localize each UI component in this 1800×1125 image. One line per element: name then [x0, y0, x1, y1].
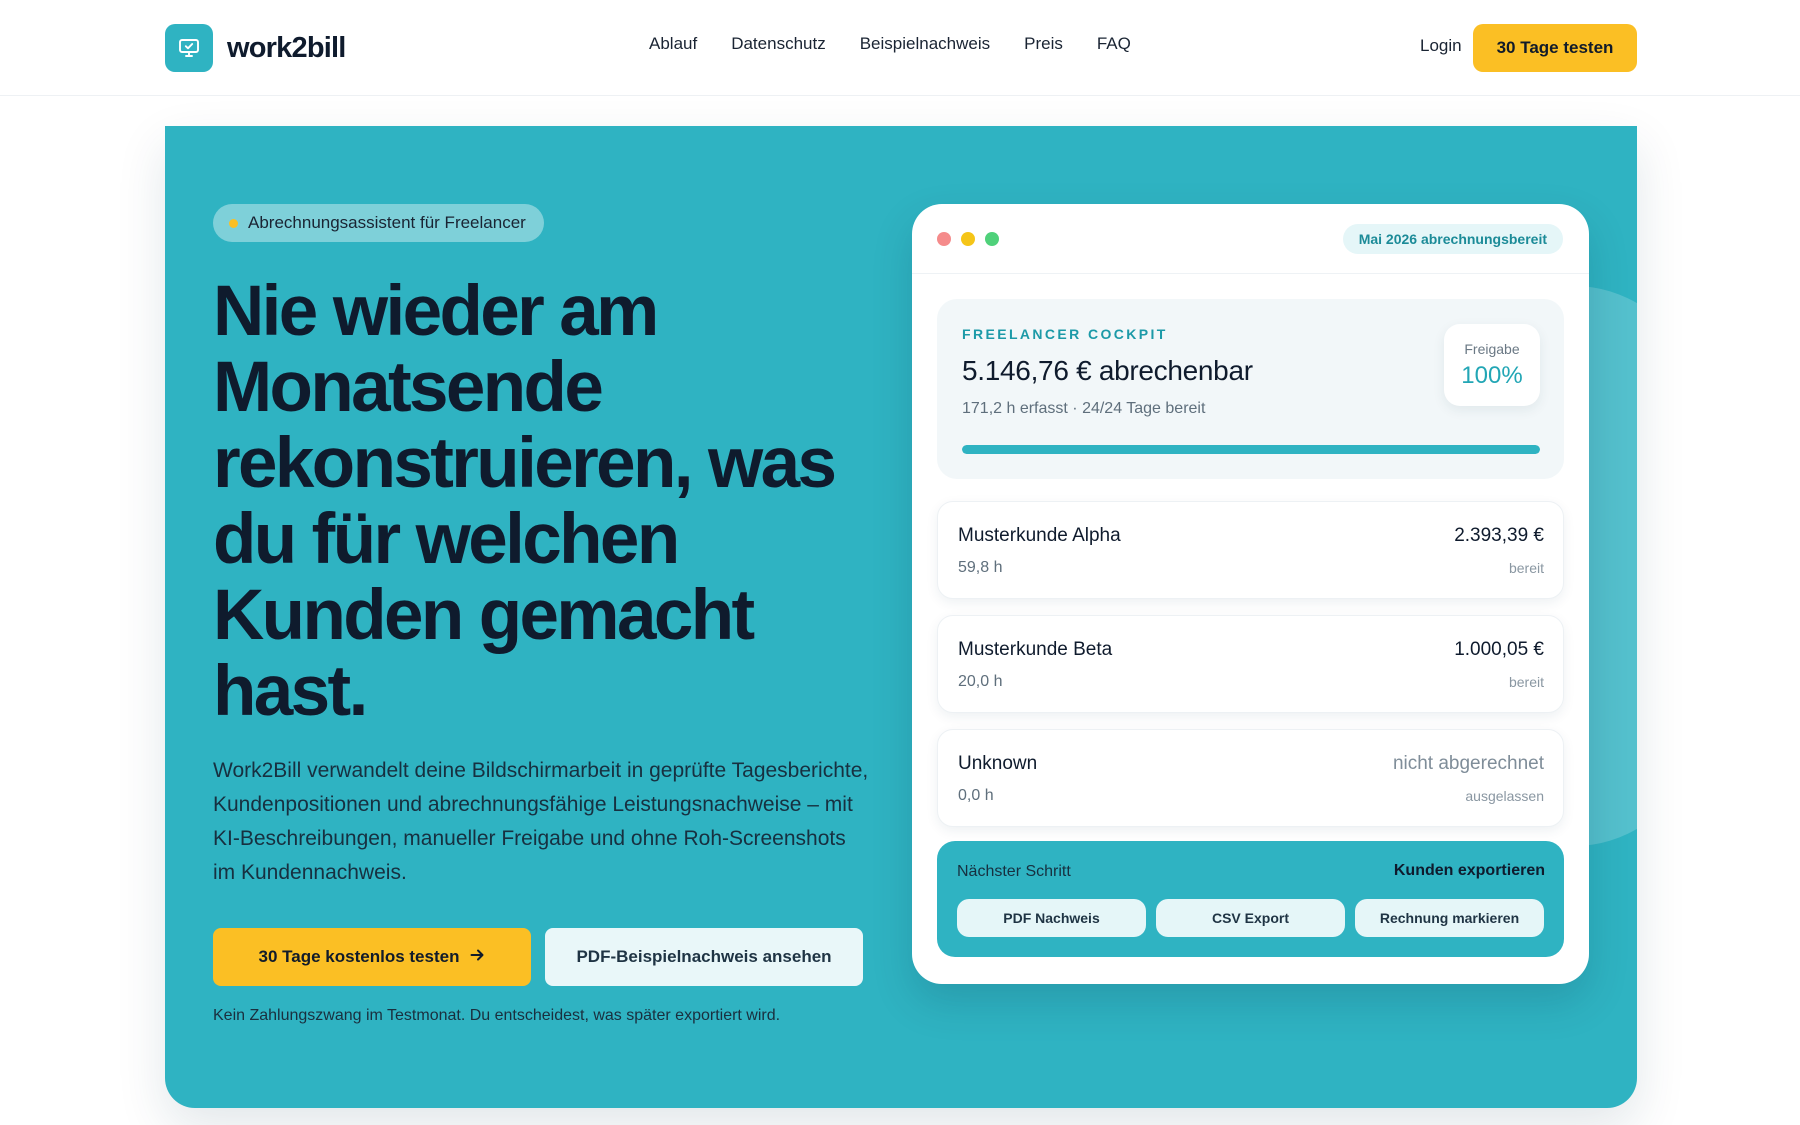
free-trial-button[interactable]: 30 Tage kostenlos testen: [213, 928, 531, 986]
client-name: Unknown: [958, 753, 1038, 774]
client-name: Musterkunde Beta: [958, 639, 1113, 660]
nav-link-beispielnachweis[interactable]: Beispielnachweis: [860, 34, 990, 54]
client-amount: 2.393,39 €: [1454, 525, 1544, 546]
client-row-beta[interactable]: Musterkunde Beta 20,0 h 1.000,05 € berei…: [937, 615, 1564, 713]
headline-line: hast.: [213, 652, 368, 731]
billing-status-badge: Mai 2026 abrechnungsbereit: [1342, 224, 1563, 254]
client-amount: 1.000,05 €: [1454, 639, 1544, 660]
monitor-check-icon: [165, 24, 213, 72]
free-trial-label: 30 Tage kostenlos testen: [258, 947, 460, 966]
client-status: bereit: [1508, 674, 1544, 690]
trial-note: Kein Zahlungszwang im Testmonat. Du ents…: [213, 1007, 781, 1024]
nav-link-preis[interactable]: Preis: [1024, 34, 1063, 54]
card-window-bar: Mai 2026 abrechnungsbereit: [912, 204, 1589, 274]
freelancer-cockpit: FREELANCER COCKPIT 5.146,76 € abrechenba…: [937, 299, 1564, 479]
arrow-right-icon: [469, 947, 485, 968]
export-clients-link[interactable]: Kunden exportieren: [1394, 862, 1545, 880]
client-status: ausgelassen: [1465, 788, 1544, 804]
client-hours: 0,0 h: [958, 787, 994, 804]
status-dot-icon: [229, 218, 238, 228]
release-value: 100%: [1461, 362, 1523, 389]
pdf-sample-button[interactable]: PDF-Beispielnachweis ansehen: [545, 928, 863, 986]
release-progress-fill: [962, 445, 1540, 454]
headline-line: du für welchen: [213, 500, 680, 579]
tracked-hours-summary: 171,2 h erfasst · 24/24 Tage bereit: [962, 400, 1206, 417]
window-dot-red-icon: [937, 232, 951, 246]
window-dots: [937, 232, 999, 246]
nav-link-faq[interactable]: FAQ: [1097, 34, 1131, 54]
csv-export-button[interactable]: CSV Export: [1156, 899, 1345, 937]
client-row-unknown[interactable]: Unknown 0,0 h nicht abgerechnet ausgelas…: [937, 729, 1564, 827]
window-dot-yellow-icon: [961, 232, 975, 246]
headline-line: rekonstruieren, was: [213, 424, 837, 503]
client-row-alpha[interactable]: Musterkunde Alpha 59,8 h 2.393,39 € bere…: [937, 501, 1564, 599]
login-link[interactable]: Login: [1420, 36, 1462, 56]
hero-tagline: Abrechnungsassistent für Freelancer: [248, 213, 526, 232]
client-hours: 59,8 h: [958, 559, 1003, 576]
brand-name: work2bill: [227, 31, 346, 64]
pdf-export-button[interactable]: PDF Nachweis: [957, 899, 1146, 937]
main-nav: Ablauf Datenschutz Beispielnachweis Prei…: [649, 34, 1131, 54]
billable-amount: 5.146,76 € abrechenbar: [962, 355, 1253, 386]
hero-description: Work2Bill verwandelt deine Bildschirmarb…: [213, 759, 869, 884]
top-navigation-bar: work2bill Ablauf Datenschutz Beispielnac…: [0, 0, 1800, 96]
client-list: Musterkunde Alpha 59,8 h 2.393,39 € bere…: [937, 501, 1564, 843]
client-name: Musterkunde Alpha: [958, 525, 1121, 546]
next-step-panel: Nächster Schritt Kunden exportieren PDF …: [937, 841, 1564, 957]
window-dot-green-icon: [985, 232, 999, 246]
release-progress-bar: [962, 445, 1540, 454]
client-amount: nicht abgerechnet: [1392, 753, 1544, 774]
hero-headline: Nie wieder am Monatsende rekonstruieren,…: [213, 274, 873, 730]
header-trial-button[interactable]: 30 Tage testen: [1473, 24, 1637, 72]
cockpit-label: FREELANCER COCKPIT: [962, 326, 1168, 342]
release-label: Freigabe: [1464, 341, 1520, 357]
nav-link-datenschutz[interactable]: Datenschutz: [731, 34, 826, 54]
client-status: bereit: [1508, 560, 1544, 576]
release-indicator: Freigabe 100%: [1444, 324, 1540, 406]
headline-line: Nie wieder am: [213, 272, 659, 351]
hero-section: Abrechnungsassistent für Freelancer Nie …: [165, 126, 1637, 1108]
client-hours: 20,0 h: [958, 673, 1003, 690]
nav-link-ablauf[interactable]: Ablauf: [649, 34, 697, 54]
next-step-label: Nächster Schritt: [957, 863, 1071, 880]
brand-logo[interactable]: work2bill: [165, 24, 346, 72]
mark-invoice-button[interactable]: Rechnung markieren: [1355, 899, 1544, 937]
export-actions: PDF Nachweis CSV Export Rechnung markier…: [957, 899, 1544, 937]
headline-line: Monatsende: [213, 348, 604, 427]
hero-tagline-pill: Abrechnungsassistent für Freelancer: [213, 204, 544, 242]
app-preview-card: Mai 2026 abrechnungsbereit FREELANCER CO…: [912, 204, 1589, 984]
headline-line: Kunden gemacht: [213, 576, 755, 655]
